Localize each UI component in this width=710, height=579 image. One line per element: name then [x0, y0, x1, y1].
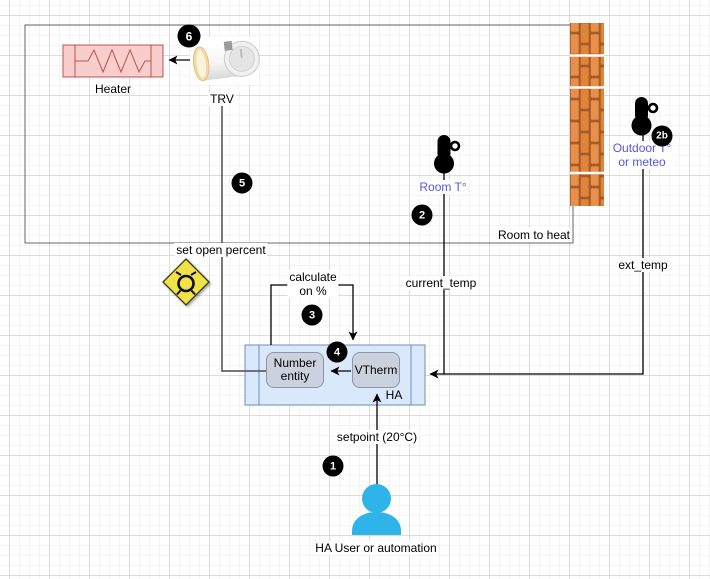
room-thermometer-icon	[434, 135, 459, 174]
number-entity-node: Number entity	[266, 352, 324, 388]
current-temp-label: current_temp	[404, 276, 479, 290]
calculate-label-line2: on %	[289, 284, 336, 298]
ext-temp-label: ext_temp	[616, 258, 669, 272]
calculate-label-line1: calculate	[289, 270, 336, 284]
heater-resistor-icon	[63, 45, 163, 77]
set-open-percent-label: set open percent	[174, 243, 267, 257]
user-icon	[352, 484, 401, 535]
trv-label: TRV	[208, 92, 236, 106]
vtherm-label: VTherm	[355, 364, 398, 377]
badge-step-1: 1	[323, 456, 344, 477]
ext-temp-arrow	[430, 134, 643, 374]
diagram-canvas: Number entity VTherm Heater TRV Room to …	[0, 0, 710, 579]
user-label: HA User or automation	[313, 541, 438, 555]
badge-step-5: 5	[232, 173, 253, 194]
setpoint-label: setpoint (20°C)	[335, 430, 419, 444]
timer-alarm-diamond-icon	[163, 259, 209, 305]
outdoor-temp-label-line2: or meteo	[613, 155, 672, 169]
room-to-heat-label: Room to heat	[496, 228, 572, 242]
badge-step-3: 3	[302, 305, 323, 326]
heater-label: Heater	[95, 82, 131, 96]
set-open-percent-arrow	[222, 95, 266, 371]
trv-device-image	[190, 37, 261, 85]
badge-step-2b: 2b	[652, 126, 673, 147]
badge-step-2: 2	[412, 205, 433, 226]
badge-step-4: 4	[327, 342, 348, 363]
room-temp-label: Room T°	[417, 180, 468, 194]
vtherm-node: VTherm	[352, 352, 400, 388]
number-entity-label: Number entity	[267, 357, 323, 383]
calculate-label: calculate on %	[287, 270, 338, 298]
brick-wall-icon	[570, 23, 604, 206]
badge-step-6: 6	[178, 25, 201, 48]
ha-label: HA	[386, 388, 403, 402]
